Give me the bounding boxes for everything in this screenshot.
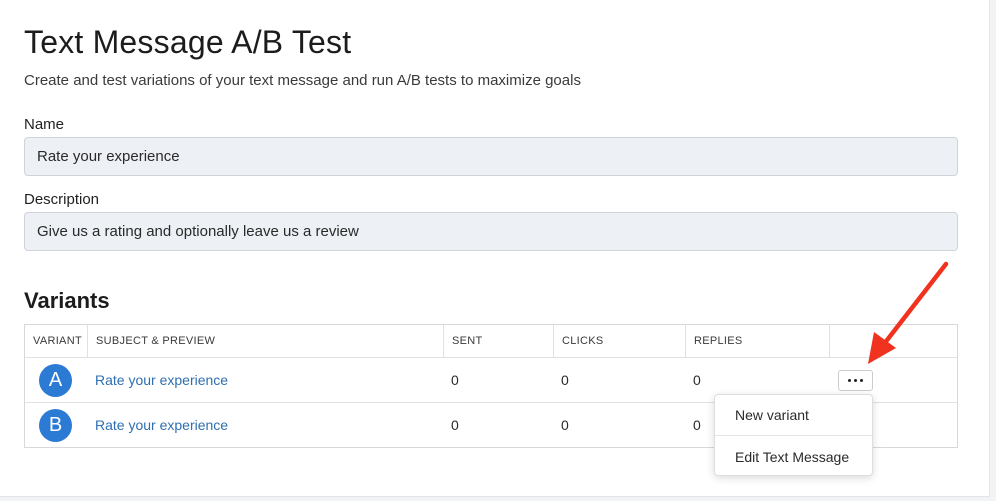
column-header-subject: SUBJECT & PREVIEW xyxy=(88,325,444,357)
variant-cell: A xyxy=(39,358,72,402)
variant-avatar: A xyxy=(39,363,72,397)
replies-value: 0 xyxy=(693,372,701,388)
variants-section-title: Variants xyxy=(24,288,110,313)
column-header-clicks: CLICKS xyxy=(554,325,686,357)
menu-item-new-variant[interactable]: New variant xyxy=(715,395,872,435)
column-header-variant: VARIANT xyxy=(25,325,88,357)
clicks-value: 0 xyxy=(561,417,569,433)
replies-value: 0 xyxy=(693,417,701,433)
clicks-value: 0 xyxy=(561,372,569,388)
page-title: Text Message A/B Test xyxy=(24,24,352,60)
name-label: Name xyxy=(24,116,65,133)
table-header-row: VARIANT SUBJECT & PREVIEW SENT CLICKS RE… xyxy=(25,325,957,358)
name-input[interactable] xyxy=(24,137,958,176)
sent-value: 0 xyxy=(451,417,459,433)
ab-test-card: Text Message A/B Test Create and test va… xyxy=(0,0,990,497)
description-label: Description xyxy=(24,191,100,208)
subject-cell: Rate your experience xyxy=(95,403,228,447)
variant-subject-link[interactable]: Rate your experience xyxy=(95,417,228,433)
variant-cell: B xyxy=(39,403,72,447)
variant-avatar: B xyxy=(39,408,72,442)
variant-subject-link[interactable]: Rate your experience xyxy=(95,372,228,388)
column-header-replies: REPLIES xyxy=(686,325,830,357)
menu-item-edit-text-message[interactable]: Edit Text Message xyxy=(715,437,872,477)
description-input[interactable] xyxy=(24,212,958,251)
menu-divider xyxy=(715,435,872,436)
sent-value: 0 xyxy=(451,372,459,388)
subject-cell: Rate your experience xyxy=(95,358,228,402)
more-horizontal-icon xyxy=(848,379,851,382)
page-subtitle: Create and test variations of your text … xyxy=(24,72,581,89)
red-arrow-annotation xyxy=(868,261,949,364)
column-header-sent: SENT xyxy=(444,325,554,357)
row-actions-button[interactable] xyxy=(838,370,873,391)
row-actions-menu: New variant Edit Text Message xyxy=(714,394,873,476)
